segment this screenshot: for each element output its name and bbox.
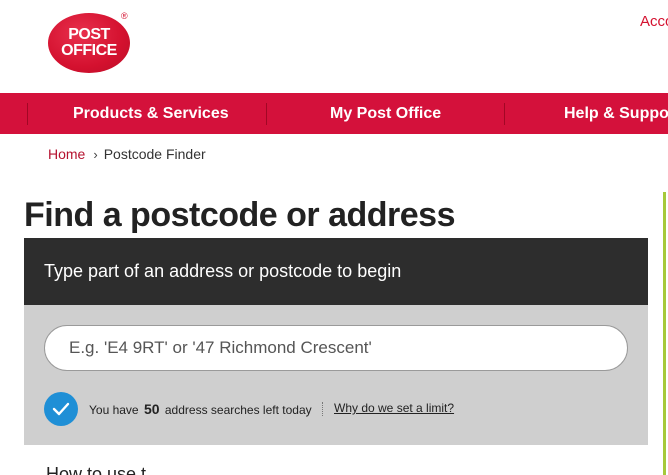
limit-prefix: You have	[89, 403, 139, 417]
nav-item-my-post-office[interactable]: My Post Office	[330, 93, 441, 134]
accent-bar	[663, 192, 666, 475]
logo-line-2: OFFICE	[61, 42, 117, 59]
nav-item-products-services[interactable]: Products & Services	[73, 93, 229, 134]
page-title: Find a postcode or address	[24, 196, 455, 234]
site-header: POST OFFICE ® Acco	[0, 0, 668, 93]
search-limit-text: You have 50 address searches left today	[89, 401, 312, 417]
checkmark-icon	[44, 392, 78, 426]
main-nav: Products & Services My Post Office Help …	[0, 93, 668, 134]
breadcrumb-current: Postcode Finder	[103, 146, 206, 162]
limit-count: 50	[143, 401, 160, 417]
search-panel: You have 50 address searches left today …	[24, 305, 648, 445]
nav-divider	[27, 103, 28, 125]
chevron-right-icon: ›	[93, 147, 98, 162]
how-to-use-heading: How to use t	[46, 464, 147, 475]
logo-line-1: POST	[68, 26, 110, 43]
search-instruction: Type part of an address or postcode to b…	[44, 261, 402, 281]
why-limit-link[interactable]: Why do we set a limit?	[334, 401, 454, 415]
registered-mark: ®	[121, 11, 128, 21]
postcode-search-input[interactable]	[44, 325, 628, 371]
limit-divider	[322, 402, 323, 416]
breadcrumb: Home › Postcode Finder	[48, 146, 206, 162]
nav-divider	[266, 103, 267, 125]
nav-divider	[504, 103, 505, 125]
account-link[interactable]: Acco	[640, 13, 668, 30]
limit-suffix: address searches left today	[164, 403, 312, 417]
breadcrumb-home-link[interactable]: Home	[48, 146, 85, 162]
search-instruction-band: Type part of an address or postcode to b…	[24, 238, 648, 305]
nav-item-help-support[interactable]: Help & Suppo	[564, 93, 668, 134]
post-office-logo[interactable]: POST OFFICE	[48, 13, 130, 73]
